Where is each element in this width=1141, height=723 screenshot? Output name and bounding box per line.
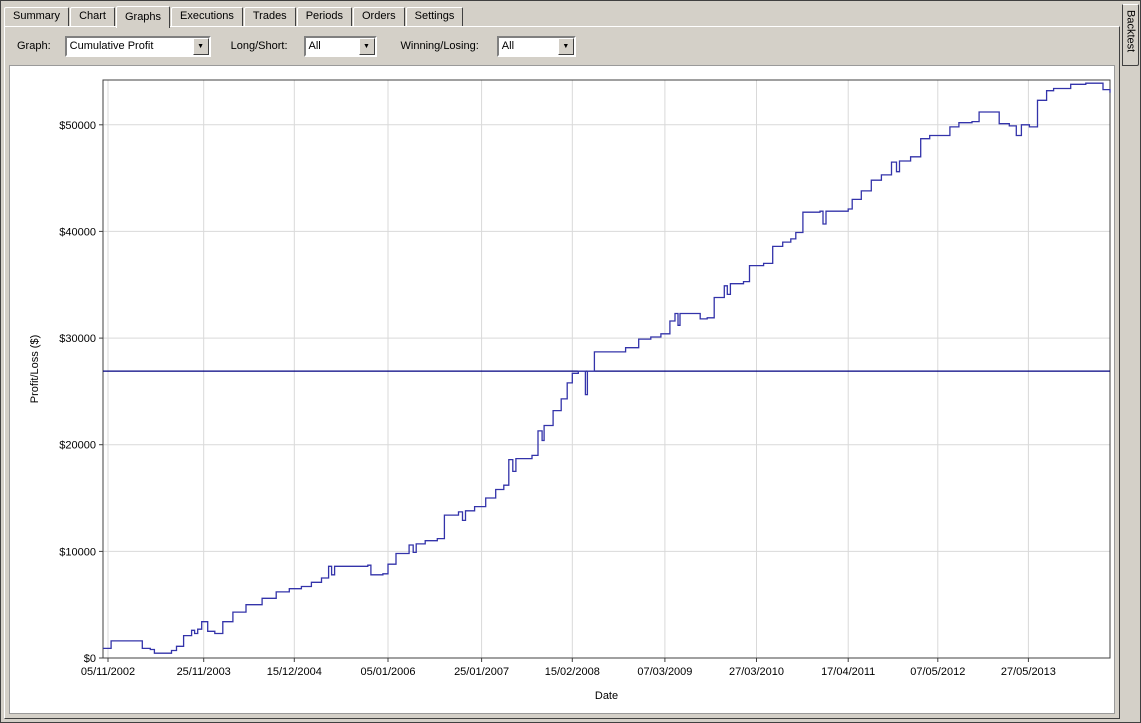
long-short-select[interactable]: All ▼ [304, 36, 377, 57]
side-tab-strip: Backtest [1120, 1, 1140, 722]
tab-chart[interactable]: Chart [70, 7, 115, 26]
graph-toolbar: Graph: Cumulative Profit ▼ Long/Short: A… [5, 27, 1119, 65]
svg-text:15/12/2004: 15/12/2004 [267, 666, 322, 678]
winning-losing-value: All [499, 38, 558, 55]
graphs-tab-page: Graph: Cumulative Profit ▼ Long/Short: A… [4, 26, 1120, 719]
tab-orders[interactable]: Orders [353, 7, 405, 26]
tab-strip: Summary Chart Graphs Executions Trades P… [1, 1, 1120, 26]
svg-text:$20000: $20000 [59, 440, 96, 452]
svg-text:27/05/2013: 27/05/2013 [1001, 666, 1056, 678]
svg-text:25/01/2007: 25/01/2007 [454, 666, 509, 678]
svg-text:$10000: $10000 [59, 546, 96, 558]
svg-text:25/11/2003: 25/11/2003 [177, 666, 231, 678]
svg-text:$40000: $40000 [59, 226, 96, 238]
side-tab-label: Backtest [1125, 10, 1137, 65]
tab-graphs[interactable]: Graphs [116, 6, 170, 28]
tab-trades[interactable]: Trades [244, 7, 296, 26]
svg-text:$50000: $50000 [59, 120, 96, 132]
graph-select-label: Graph: [17, 40, 51, 52]
graph-select[interactable]: Cumulative Profit ▼ [65, 36, 211, 57]
svg-text:07/05/2012: 07/05/2012 [910, 666, 965, 678]
long-short-value: All [306, 38, 359, 55]
chevron-down-icon[interactable]: ▼ [558, 38, 574, 55]
graph-select-value: Cumulative Profit [67, 38, 193, 55]
long-short-label: Long/Short: [231, 40, 288, 52]
tab-summary[interactable]: Summary [4, 7, 69, 26]
svg-text:15/02/2008: 15/02/2008 [545, 666, 600, 678]
svg-text:05/01/2006: 05/01/2006 [360, 666, 415, 678]
winning-losing-select[interactable]: All ▼ [497, 36, 576, 57]
chart-panel: $0 $10000 $20000 $30000 $40000 $50000 05/11/20… [9, 65, 1115, 714]
tab-settings[interactable]: Settings [406, 7, 464, 26]
svg-text:$30000: $30000 [59, 333, 96, 345]
svg-text:05/11/2002: 05/11/2002 [81, 666, 135, 678]
svg-text:$0: $0 [84, 653, 96, 665]
side-tab-backtest[interactable]: Backtest [1122, 4, 1139, 66]
svg-text:27/03/2010: 27/03/2010 [729, 666, 784, 678]
cumulative-profit-chart: $0 $10000 $20000 $30000 $40000 $50000 05/11/20… [10, 66, 1115, 713]
backtest-window: Summary Chart Graphs Executions Trades P… [0, 0, 1141, 723]
svg-text:Profit/Loss ($): Profit/Loss ($) [29, 335, 41, 403]
svg-text:07/03/2009: 07/03/2009 [637, 666, 692, 678]
winning-losing-label: Winning/Losing: [401, 40, 479, 52]
tab-executions[interactable]: Executions [171, 7, 243, 26]
svg-text:Date: Date [595, 690, 618, 702]
svg-text:17/04/2011: 17/04/2011 [821, 666, 875, 678]
chevron-down-icon[interactable]: ▼ [359, 38, 375, 55]
tab-periods[interactable]: Periods [297, 7, 352, 26]
chevron-down-icon[interactable]: ▼ [193, 38, 209, 55]
